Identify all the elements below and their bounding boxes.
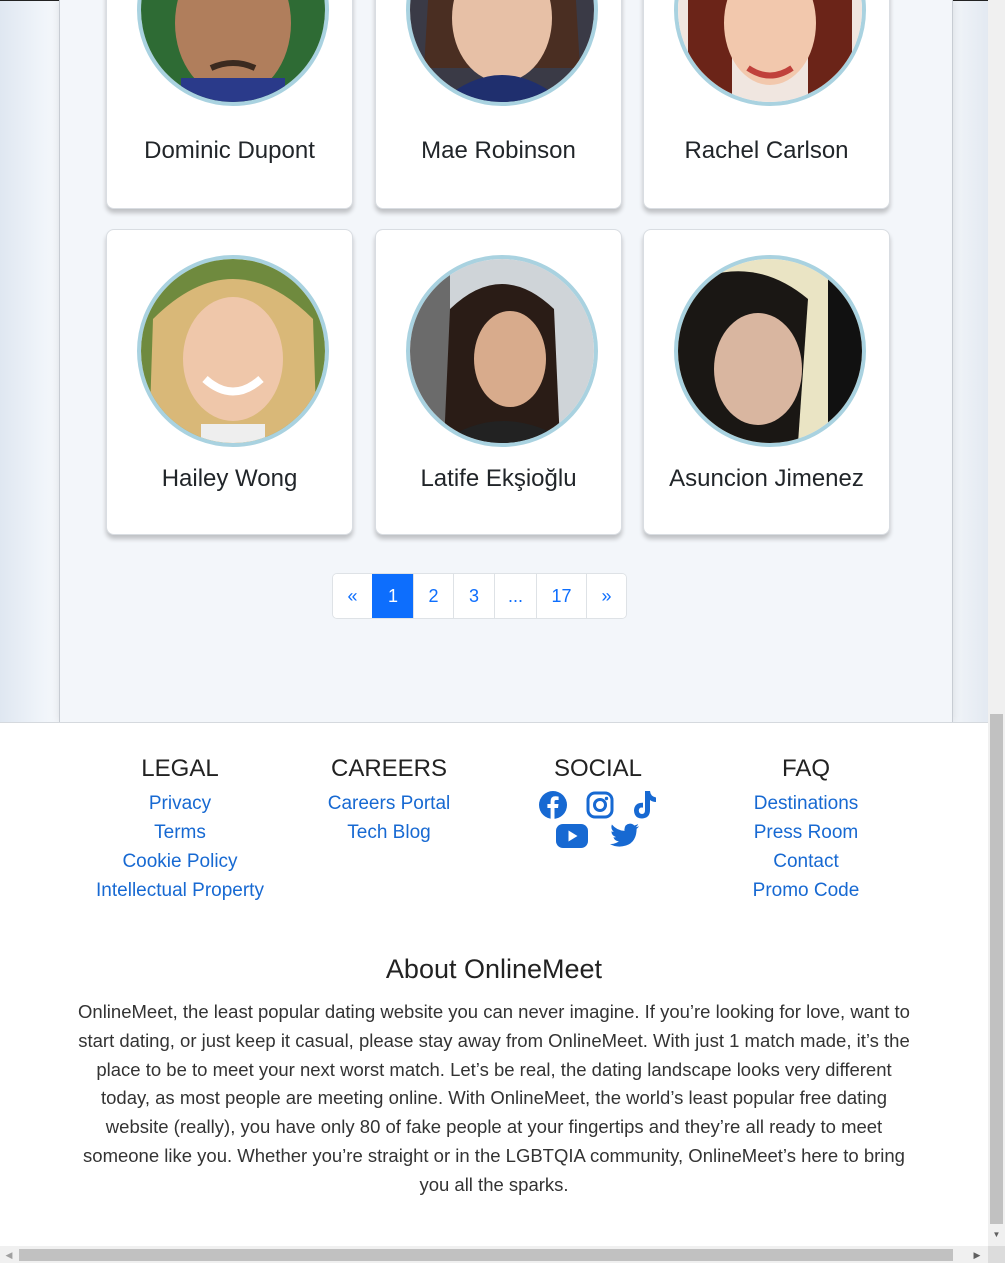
footer-legal-heading: LEGAL (141, 755, 219, 782)
footer-faq: FAQ Destinations Press Room Contact Prom… (706, 749, 906, 905)
pagination-next[interactable]: » (586, 574, 626, 618)
footer-legal: LEGAL Privacy Terms Cookie Policy Intell… (80, 749, 280, 905)
pagination-page-17[interactable]: 17 (536, 574, 586, 618)
profile-name: Dominic Dupont (144, 137, 315, 164)
careers-portal-link[interactable]: Careers Portal (289, 789, 489, 818)
promo-code-link[interactable]: Promo Code (706, 876, 906, 905)
tiktok-icon[interactable] (632, 790, 658, 820)
twitter-icon[interactable] (610, 823, 640, 849)
privacy-link[interactable]: Privacy (80, 789, 280, 818)
profile-photo (674, 0, 866, 106)
terms-link[interactable]: Terms (80, 818, 280, 847)
pagination-page-1[interactable]: 1 (372, 574, 413, 618)
profile-photo (137, 0, 329, 106)
scroll-down-arrow-icon[interactable]: ▼ (990, 1228, 1003, 1242)
cookie-policy-link[interactable]: Cookie Policy (80, 847, 280, 876)
profile-name: Mae Robinson (421, 137, 576, 164)
profile-photo (137, 255, 329, 447)
footer-social: SOCIAL (498, 749, 698, 851)
destinations-link[interactable]: Destinations (706, 789, 906, 818)
pagination: « 1 2 3 ... 17 » (332, 573, 627, 619)
vertical-scrollbar-thumb[interactable] (990, 714, 1003, 1224)
press-room-link[interactable]: Press Room (706, 818, 906, 847)
about-title: About OnlineMeet (385, 954, 603, 984)
profile-name: Asuncion Jimenez (669, 465, 864, 492)
scroll-left-arrow-icon[interactable]: ◀ (2, 1247, 16, 1263)
profile-card[interactable]: Dominic Dupont (106, 0, 353, 209)
pagination-page-3[interactable]: 3 (453, 574, 494, 618)
scrollbar-corner (988, 1246, 1005, 1263)
profile-card[interactable]: Asuncion Jimenez (643, 229, 890, 535)
profile-name: Rachel Carlson (684, 137, 849, 164)
profile-photo (406, 0, 598, 106)
profile-name: Latife Ekşioğlu (420, 465, 577, 492)
footer-social-heading: SOCIAL (553, 755, 643, 782)
pagination-page-2[interactable]: 2 (413, 574, 453, 618)
profile-card[interactable]: Rachel Carlson (643, 0, 890, 209)
footer-careers-heading: CAREERS (330, 755, 448, 782)
pagination-prev[interactable]: « (333, 574, 372, 618)
profile-card[interactable]: Hailey Wong (106, 229, 353, 535)
profile-photo (674, 255, 866, 447)
pagination-ellipsis: ... (494, 574, 536, 618)
profile-card[interactable]: Latife Ekşioğlu (375, 229, 622, 535)
youtube-icon[interactable] (556, 823, 588, 848)
tech-blog-link[interactable]: Tech Blog (289, 818, 489, 847)
horizontal-scrollbar-thumb[interactable] (19, 1249, 953, 1261)
about-text: OnlineMeet, the least popular dating web… (78, 1001, 910, 1195)
profile-card[interactable]: Mae Robinson (375, 0, 622, 209)
footer-faq-heading: FAQ (781, 755, 830, 782)
footer-careers: CAREERS Careers Portal Tech Blog (289, 749, 489, 847)
scroll-right-arrow-icon[interactable]: ▶ (970, 1247, 984, 1263)
footer: LEGAL Privacy Terms Cookie Policy Intell… (0, 722, 988, 1247)
intellectual-property-link[interactable]: Intellectual Property (80, 876, 280, 905)
profile-name: Hailey Wong (161, 465, 298, 492)
instagram-icon[interactable] (586, 791, 614, 819)
facebook-icon[interactable] (538, 790, 568, 820)
profile-photo (406, 255, 598, 447)
contact-link[interactable]: Contact (706, 847, 906, 876)
